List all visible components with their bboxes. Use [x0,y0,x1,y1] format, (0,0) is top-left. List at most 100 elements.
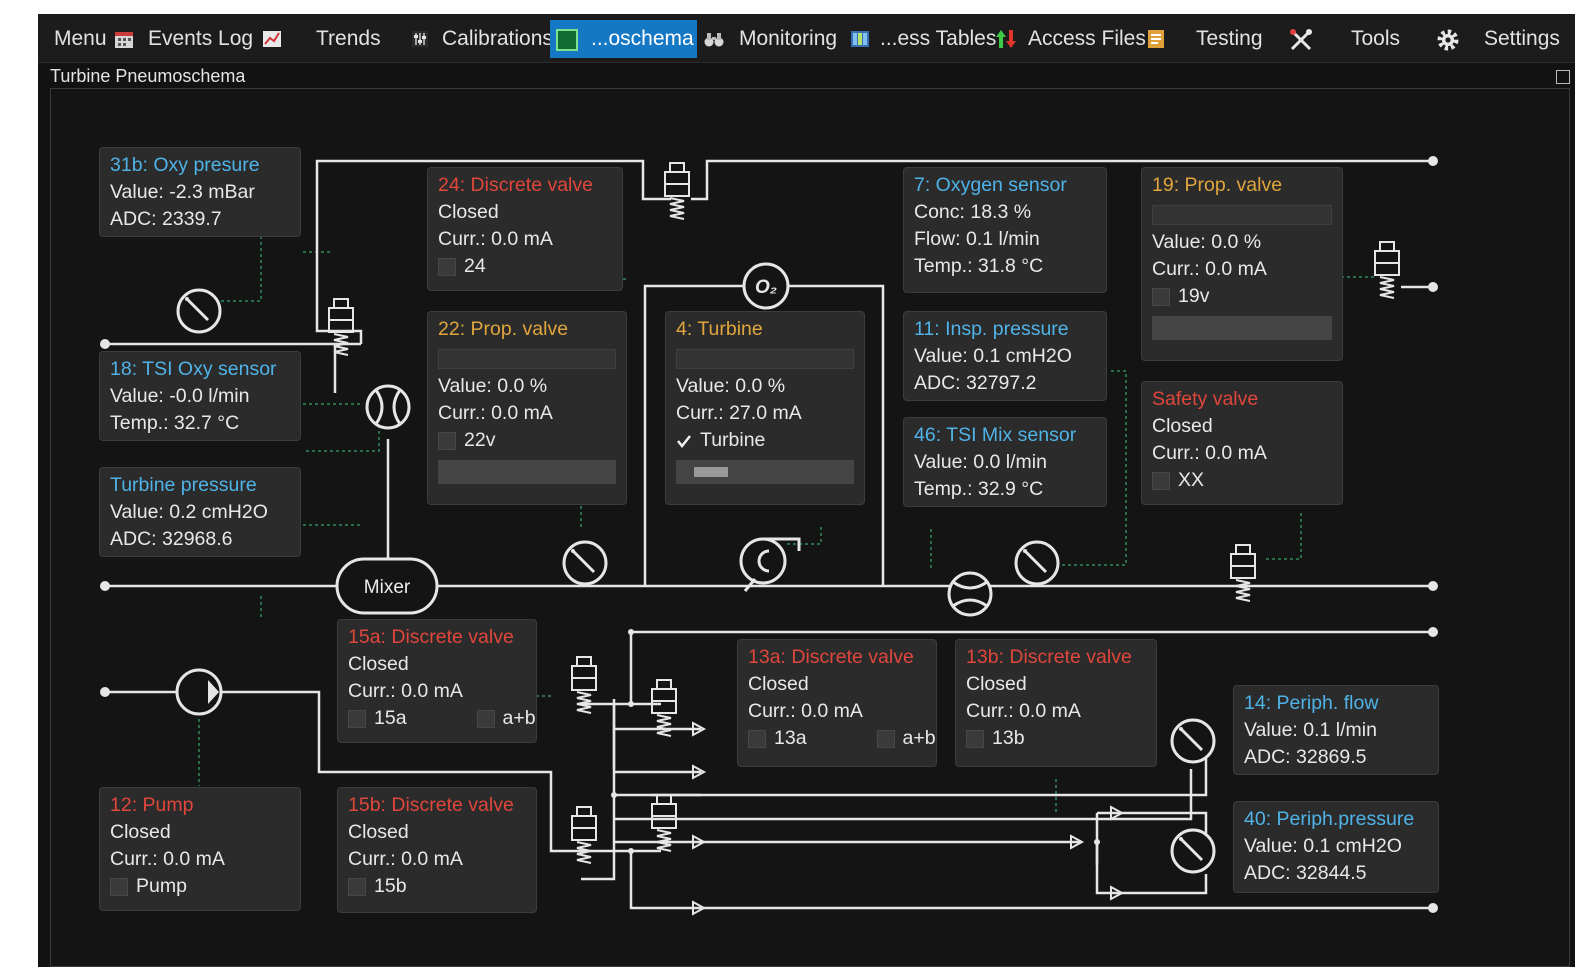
card-title: 11: Insp. pressure [914,318,1069,340]
valve-13a-icon[interactable] [651,679,677,737]
valve-15a-checkbox[interactable] [348,709,366,728]
card-turbine-pressure[interactable]: Turbine pressure Value: 0.2 cmH2O ADC: 3… [99,467,301,557]
card-value: Value: 0.0 % [438,375,548,397]
valve-24-checkbox[interactable] [438,257,456,276]
checkbox-label: 15b [374,875,407,897]
card-current: Curr.: 0.0 mA [348,680,463,702]
turbine-level-bar [676,349,854,369]
safety-valve-checkbox[interactable] [1152,471,1170,490]
card-title: 18: TSI Oxy sensor [110,358,277,380]
card-current: Curr.: 0.0 mA [348,848,463,870]
checkbox-label: 19v [1178,285,1210,307]
flow-sensor-18-icon[interactable] [365,384,411,430]
menu-access-files[interactable]: Access Files [1028,20,1146,58]
card-current: Curr.: 27.0 mA [676,402,802,424]
menu-trends[interactable]: Trends [316,20,381,58]
menu-tools[interactable]: Tools [1351,20,1400,58]
card-18-tsi-oxy-sensor[interactable]: 18: TSI Oxy sensor Value: -0.0 l/min Tem… [99,351,301,441]
valve-22-checkbox[interactable] [438,431,456,450]
card-temp: Temp.: 31.8 °C [914,255,1044,277]
card-15b-discrete-valve[interactable]: 15b: Discrete valve Closed Curr.: 0.0 mA… [337,787,537,913]
card-state: Closed [110,821,171,843]
valve-19-slider[interactable] [1152,316,1332,340]
schema-icon [556,29,578,51]
turbine-slider-handle[interactable] [694,467,728,477]
card-current: Curr.: 0.0 mA [748,700,863,722]
card-7-oxygen-sensor[interactable]: 7: Oxygen sensor Conc: 18.3 % Flow: 0.1 … [903,167,1107,293]
card-title: 40: Periph.pressure [1244,808,1415,830]
valve-15b-checkbox[interactable] [348,877,366,896]
oxygen-sensor-icon[interactable]: O₂ [742,262,790,310]
pump-icon[interactable] [175,668,223,716]
card-temp: Temp.: 32.9 °C [914,478,1044,500]
gauge-31b-icon[interactable] [176,288,222,334]
card-safety-valve[interactable]: Safety valve Closed Curr.: 0.0 mA XX [1141,381,1343,505]
card-14-periph-flow[interactable]: 14: Periph. flow Value: 0.1 l/min ADC: 3… [1233,685,1439,775]
card-title: 31b: Oxy presure [110,154,260,176]
card-40-periph-pressure[interactable]: 40: Periph.pressure Value: 0.1 cmH2O ADC… [1233,801,1439,893]
card-state: Closed [1152,415,1213,437]
gauge-11-icon[interactable] [1014,540,1060,586]
card-31b-oxy-pressure[interactable]: 31b: Oxy presure Value: -2.3 mBar ADC: 2… [99,147,301,237]
valve-19-checkbox[interactable] [1152,287,1170,306]
card-11-insp-pressure[interactable]: 11: Insp. pressure Value: 0.1 cmH2O ADC:… [903,311,1107,401]
card-temp: Temp.: 32.7 °C [110,412,240,434]
card-state: Closed [348,821,409,843]
card-title: 15b: Discrete valve [348,794,514,816]
card-4-turbine[interactable]: 4: Turbine Value: 0.0 % Curr.: 27.0 mA T… [665,311,865,505]
card-value: Value: -2.3 mBar [110,181,255,203]
card-value: Value: 0.0 % [676,375,786,397]
valve-22-slider[interactable] [438,460,616,484]
menu-settings[interactable]: Settings [1484,20,1560,58]
card-conc: Conc: 18.3 % [914,201,1032,223]
card-title: 46: TSI Mix sensor [914,424,1077,446]
menu-events-log[interactable]: Events Log [148,20,253,58]
menu-button[interactable]: Menu [54,20,107,58]
turbine-checkbox[interactable] [676,433,692,449]
valve-13a-checkbox[interactable] [748,729,766,748]
card-13a-discrete-valve[interactable]: 13a: Discrete valve Closed Curr.: 0.0 mA… [737,639,937,767]
checkbox-label: 22v [464,429,496,451]
card-current: Curr.: 0.0 mA [438,402,553,424]
menu-pneumoschema-tab[interactable]: ...oschema [550,20,697,58]
valve-24-icon[interactable] [664,162,690,220]
checkbox-label: 13a [774,727,807,749]
turbine-icon[interactable] [739,537,801,592]
card-12-pump[interactable]: 12: Pump Closed Curr.: 0.0 mA Pump [99,787,301,911]
card-19-prop-valve[interactable]: 19: Prop. valve Value: 0.0 % Curr.: 0.0 … [1141,167,1343,361]
menu-monitoring[interactable]: Monitoring [739,20,837,58]
card-value: Value: -0.0 l/min [110,385,250,407]
valve-oxy-icon[interactable] [328,298,354,356]
card-title: 13a: Discrete valve [748,646,914,668]
card-title: 22: Prop. valve [438,318,569,340]
turbine-slider[interactable] [676,460,854,484]
safety-valve-icon[interactable] [1230,544,1256,602]
card-22-prop-valve[interactable]: 22: Prop. valve Value: 0.0 % Curr.: 0.0 … [427,311,627,505]
card-current: Curr.: 0.0 mA [110,848,225,870]
menu-calibrations[interactable]: Calibrations [442,20,553,58]
card-46-tsi-mix-sensor[interactable]: 46: TSI Mix sensor Value: 0.0 l/min Temp… [903,417,1107,507]
card-adc: ADC: 32869.5 [1244,746,1367,768]
card-adc: ADC: 32968.6 [110,528,233,550]
valve-19-icon[interactable] [1374,241,1400,299]
maximize-button[interactable] [1556,70,1570,84]
gauge-40-icon[interactable] [1170,828,1216,874]
menu-access-tables[interactable]: ...ess Tables [880,20,996,58]
card-13b-discrete-valve[interactable]: 13b: Discrete valve Closed Curr.: 0.0 mA… [955,639,1157,767]
gauge-14-icon[interactable] [1170,718,1216,764]
gauge-22-icon[interactable] [562,540,608,586]
card-24-discrete-valve[interactable]: 24: Discrete valve Closed Curr.: 0.0 mA … [427,167,623,291]
valve-13a-ab-checkbox[interactable] [876,729,895,748]
table-icon [851,31,869,47]
valve-13b-checkbox[interactable] [966,729,984,748]
valve-15a-ab-checkbox[interactable] [476,709,495,728]
checkbox-label: a+b [902,727,936,749]
document-icon [1148,30,1164,48]
pump-checkbox[interactable] [110,877,128,896]
flow-sensor-46-icon[interactable] [947,571,993,617]
valve-19-level-bar [1152,205,1332,225]
valve-15b-icon[interactable] [571,806,597,864]
oxygen-sensor-label: O₂ [755,277,777,298]
menu-testing[interactable]: Testing [1196,20,1263,58]
card-15a-discrete-valve[interactable]: 15a: Discrete valve Closed Curr.: 0.0 mA… [337,619,537,743]
